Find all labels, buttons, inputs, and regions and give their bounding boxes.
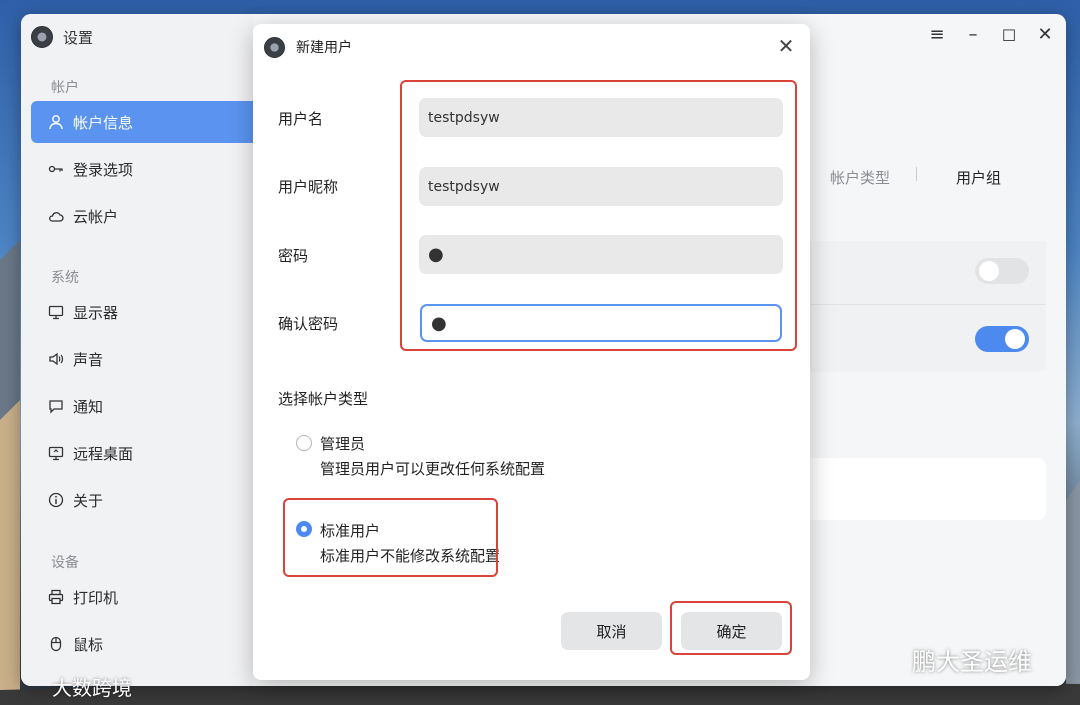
maximize-icon[interactable]: ☐ bbox=[997, 26, 1021, 45]
close-icon[interactable]: ✕ bbox=[774, 34, 798, 58]
group-title-account: 帐户 bbox=[51, 80, 79, 96]
sidebar-item-printer[interactable]: 打印机 bbox=[31, 576, 253, 618]
new-user-dialog: 新建用户 ✕ 用户名 testpdsyw 用户昵称 testpdsyw 密码 ●… bbox=[253, 24, 810, 680]
sidebar-item-display[interactable]: 显示器 bbox=[31, 291, 253, 333]
sidebar-item-label: 声音 bbox=[73, 350, 104, 369]
sidebar-item-account-info[interactable]: 帐户信息 bbox=[31, 101, 253, 143]
highlight-box-standard-user bbox=[283, 498, 498, 577]
confirm-password-label: 确认密码 bbox=[278, 315, 339, 333]
sidebar-item-label: 云帐户 bbox=[73, 207, 119, 226]
sidebar-item-remote-desktop[interactable]: 远程桌面 bbox=[31, 432, 253, 474]
password-label: 密码 bbox=[278, 247, 309, 265]
chat-bubble-icon bbox=[47, 397, 65, 415]
minimize-icon[interactable]: – bbox=[961, 24, 985, 45]
close-window-icon[interactable]: ✕ bbox=[1033, 24, 1057, 45]
app-header: 设置 bbox=[31, 26, 93, 48]
printer-icon bbox=[47, 588, 65, 606]
menu-icon[interactable]: ≡ bbox=[925, 24, 949, 45]
speaker-icon bbox=[47, 350, 65, 368]
option-desc-administrator: 管理员用户可以更改任何系统配置 bbox=[320, 460, 546, 478]
watermark-left: 大数跨境 bbox=[52, 676, 132, 700]
cancel-button[interactable]: 取消 bbox=[561, 612, 662, 650]
sidebar-item-label: 登录选项 bbox=[73, 160, 134, 179]
username-label: 用户名 bbox=[278, 110, 324, 128]
sidebar-item-label: 帐户信息 bbox=[73, 113, 134, 132]
sidebar-item-label: 显示器 bbox=[73, 303, 119, 322]
user-icon bbox=[47, 113, 65, 131]
toggle-knob bbox=[979, 261, 999, 281]
highlight-box-fields bbox=[400, 80, 797, 351]
nickname-label: 用户昵称 bbox=[278, 178, 339, 196]
sidebar-item-notification[interactable]: 通知 bbox=[31, 385, 253, 427]
tab-divider bbox=[916, 167, 917, 181]
sidebar-item-about[interactable]: 关于 bbox=[31, 479, 253, 521]
group-title-devices: 设备 bbox=[51, 555, 79, 571]
info-icon bbox=[47, 491, 65, 509]
dialog-title: 新建用户 bbox=[296, 40, 352, 56]
settings-app-icon bbox=[264, 37, 285, 58]
sidebar-item-label: 远程桌面 bbox=[73, 444, 134, 463]
tab-user-group[interactable]: 用户组 bbox=[956, 167, 1001, 188]
cancel-button-label: 取消 bbox=[596, 622, 627, 641]
sidebar: 设置 帐户 帐户信息 登录选项 云帐户 系统 显示器 声音 通知 远程桌面 关于… bbox=[21, 14, 253, 686]
sidebar-item-label: 关于 bbox=[73, 491, 104, 510]
sidebar-item-label: 通知 bbox=[73, 397, 104, 416]
option-title-administrator: 管理员 bbox=[320, 435, 366, 453]
toggle-switch-off[interactable] bbox=[975, 258, 1029, 284]
account-type-label: 选择帐户类型 bbox=[278, 390, 369, 408]
highlight-box-confirm bbox=[670, 601, 792, 655]
sidebar-item-cloud-account[interactable]: 云帐户 bbox=[31, 195, 253, 237]
monitor-icon bbox=[47, 303, 65, 321]
toggle-knob bbox=[1005, 329, 1025, 349]
sidebar-item-label: 打印机 bbox=[73, 588, 119, 607]
settings-app-icon bbox=[31, 26, 53, 48]
tab-account-type[interactable]: 帐户类型 bbox=[830, 167, 890, 188]
cloud-icon bbox=[47, 207, 65, 225]
radio-administrator[interactable] bbox=[296, 435, 312, 451]
toggle-switch-on[interactable] bbox=[975, 326, 1029, 352]
sidebar-item-label: 鼠标 bbox=[73, 635, 104, 654]
sidebar-item-login-options[interactable]: 登录选项 bbox=[31, 148, 253, 190]
group-title-system: 系统 bbox=[51, 270, 79, 286]
sidebar-item-sound[interactable]: 声音 bbox=[31, 338, 253, 380]
remote-desktop-icon bbox=[47, 444, 65, 462]
mouse-icon bbox=[47, 635, 65, 653]
app-title: 设置 bbox=[63, 28, 94, 47]
key-icon bbox=[47, 160, 65, 178]
sidebar-item-mouse[interactable]: 鼠标 bbox=[31, 623, 253, 665]
watermark-right: 鹏大圣运维 bbox=[912, 648, 1032, 676]
